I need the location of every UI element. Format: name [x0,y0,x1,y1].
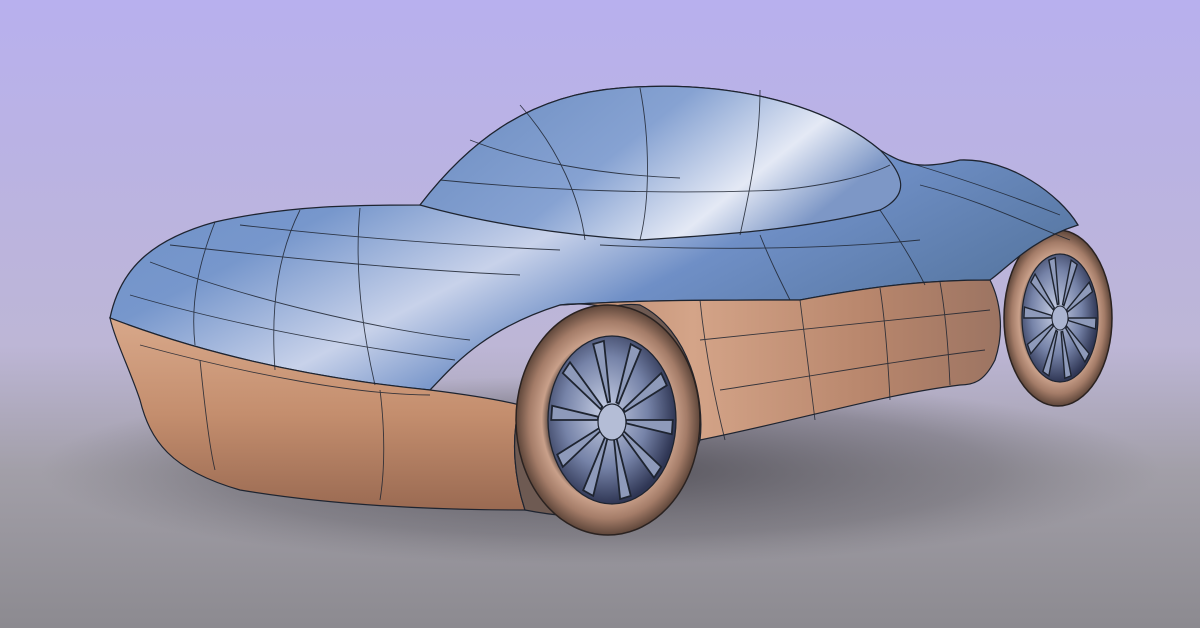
rear-wheel [1003,229,1113,407]
front-wheel [515,304,701,536]
car-render [0,0,1200,628]
car-render-scene [0,0,1200,628]
